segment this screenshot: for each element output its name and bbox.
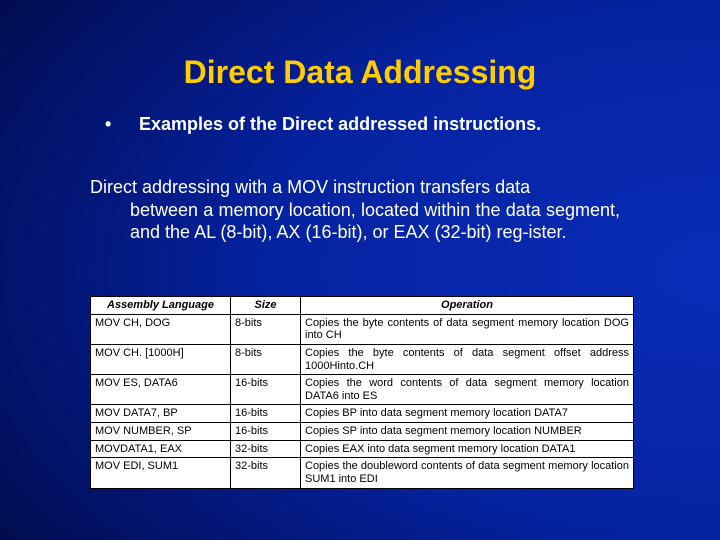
cell-op: Copies the doubleword contents of data s… xyxy=(301,458,634,488)
table-row: MOV ES, DATA6 16-bits Copies the word co… xyxy=(91,375,634,405)
cell-asm: MOV CH, DOG xyxy=(91,314,231,344)
cell-asm: MOV CH. [1000H] xyxy=(91,344,231,374)
cell-op: Copies the byte contents of data segment… xyxy=(301,344,634,374)
table-row: MOV NUMBER, SP 16-bits Copies SP into da… xyxy=(91,423,634,441)
instruction-table-wrap: Assembly Language Size Operation MOV CH,… xyxy=(90,296,634,489)
body-line-1: Direct addressing with a MOV instruction… xyxy=(90,177,530,197)
col-header-asm: Assembly Language xyxy=(91,297,231,315)
slide-title: Direct Data Addressing xyxy=(0,54,720,91)
table-row: MOV CH, DOG 8-bits Copies the byte conte… xyxy=(91,314,634,344)
cell-op: Copies EAX into data segment memory loca… xyxy=(301,440,634,458)
body-paragraph: Direct addressing with a MOV instruction… xyxy=(90,176,620,244)
cell-size: 32-bits xyxy=(231,458,301,488)
bullet-marker: • xyxy=(105,114,139,135)
cell-size: 16-bits xyxy=(231,375,301,405)
cell-asm: MOV NUMBER, SP xyxy=(91,423,231,441)
table-row: MOV DATA7, BP 16-bits Copies BP into dat… xyxy=(91,405,634,423)
cell-asm: MOV ES, DATA6 xyxy=(91,375,231,405)
table-header-row: Assembly Language Size Operation xyxy=(91,297,634,315)
cell-size: 32-bits xyxy=(231,440,301,458)
col-header-op: Operation xyxy=(301,297,634,315)
cell-op: Copies SP into data segment memory locat… xyxy=(301,423,634,441)
body-rest: between a memory location, located withi… xyxy=(90,199,620,244)
cell-op: Copies the byte contents of data segment… xyxy=(301,314,634,344)
cell-op: Copies BP into data segment memory locat… xyxy=(301,405,634,423)
cell-size: 16-bits xyxy=(231,405,301,423)
cell-size: 8-bits xyxy=(231,344,301,374)
cell-op: Copies the word contents of data segment… xyxy=(301,375,634,405)
cell-asm: MOVDATA1, EAX xyxy=(91,440,231,458)
cell-asm: MOV EDI, SUM1 xyxy=(91,458,231,488)
cell-asm: MOV DATA7, BP xyxy=(91,405,231,423)
bullet-line: • Examples of the Direct addressed instr… xyxy=(105,114,625,135)
slide: Direct Data Addressing • Examples of the… xyxy=(0,0,720,540)
instruction-table: Assembly Language Size Operation MOV CH,… xyxy=(90,296,634,489)
cell-size: 8-bits xyxy=(231,314,301,344)
col-header-size: Size xyxy=(231,297,301,315)
table-row: MOV CH. [1000H] 8-bits Copies the byte c… xyxy=(91,344,634,374)
cell-size: 16-bits xyxy=(231,423,301,441)
table-row: MOVDATA1, EAX 32-bits Copies EAX into da… xyxy=(91,440,634,458)
bullet-text: Examples of the Direct addressed instruc… xyxy=(139,114,541,135)
table-row: MOV EDI, SUM1 32-bits Copies the doublew… xyxy=(91,458,634,488)
